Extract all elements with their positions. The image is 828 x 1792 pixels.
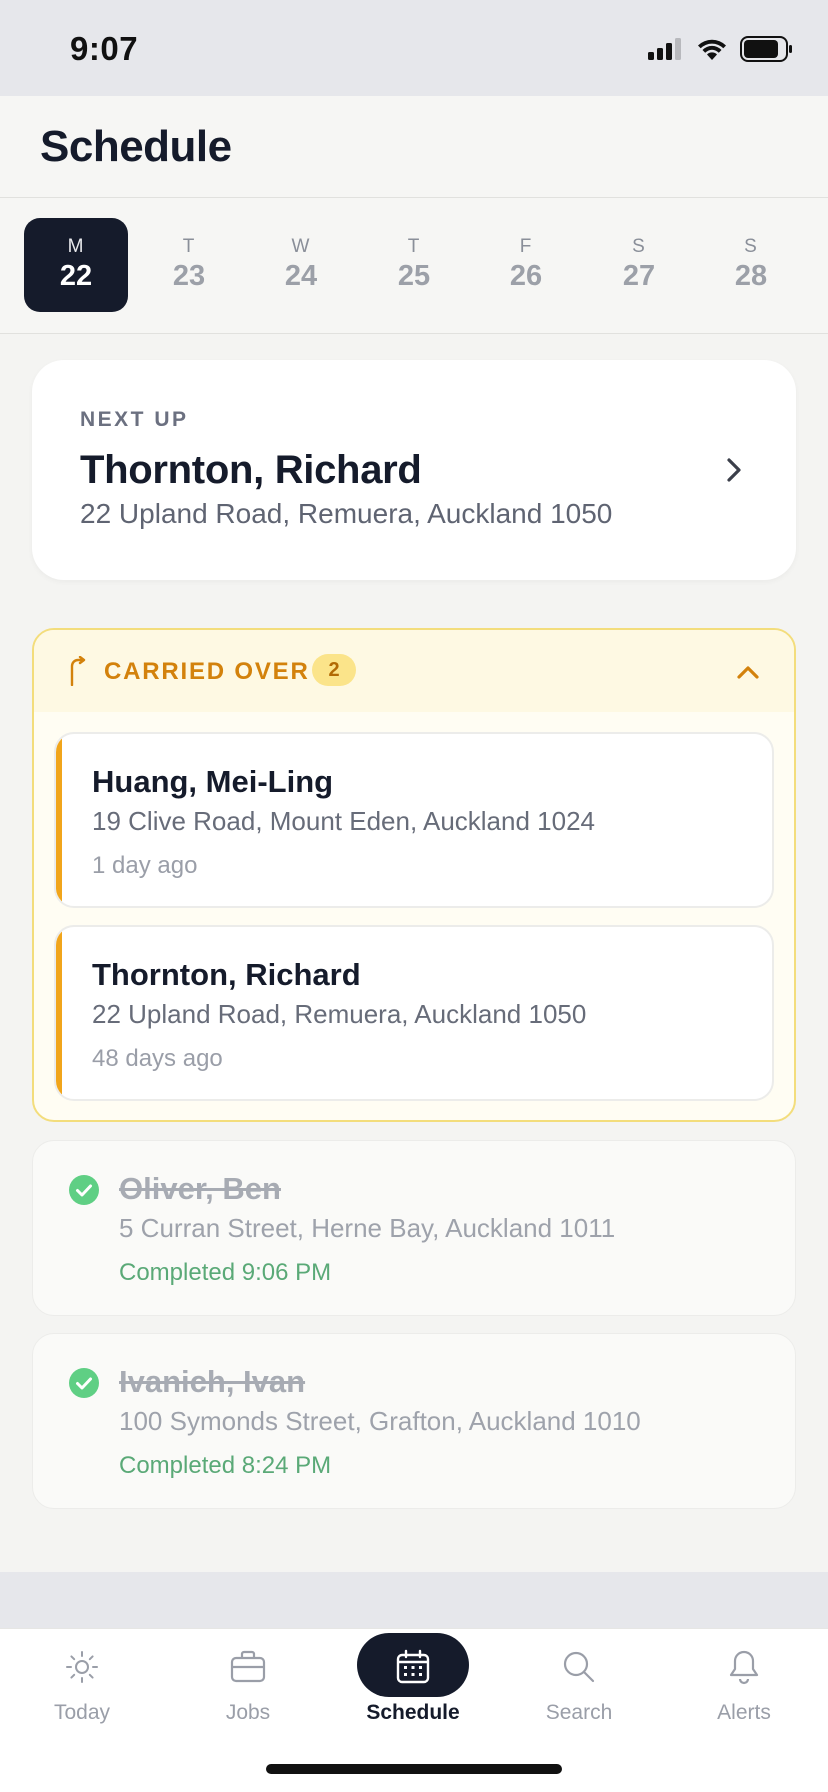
carry-over-arrow-icon xyxy=(70,656,86,686)
day-number: 22 xyxy=(59,260,93,292)
tab-label: Schedule xyxy=(366,1701,460,1724)
next-up-name: Thornton, Richard xyxy=(80,448,422,492)
next-up-address: 22 Upland Road, Remuera, Auckland 1050 xyxy=(80,498,613,529)
job-client-name: Thornton, Richard xyxy=(92,957,361,992)
day-letter: T xyxy=(407,236,421,257)
job-age: 1 day ago xyxy=(92,852,198,879)
carried-over-section: CARRIED OVER 2 Huang, Mei-Ling 19 Clive … xyxy=(32,628,796,1122)
day-letter: M xyxy=(67,236,85,257)
day-number: 26 xyxy=(509,260,543,292)
tab-schedule[interactable]: Schedule xyxy=(343,1629,483,1739)
content-footer-strip xyxy=(0,1572,828,1628)
job-client-name: Ivanich, Ivan xyxy=(119,1364,306,1399)
chevron-up-icon[interactable] xyxy=(732,656,764,688)
day-friday[interactable]: F 26 xyxy=(474,218,578,312)
cellular-signal-icon xyxy=(648,38,681,60)
day-number: 27 xyxy=(622,260,656,292)
tab-today[interactable]: Today xyxy=(12,1629,152,1739)
status-time: 9:07 xyxy=(70,30,139,67)
search-icon xyxy=(563,1651,595,1683)
job-client-name: Oliver, Ben xyxy=(119,1171,281,1206)
next-up-card[interactable]: NEXT UP Thornton, Richard 22 Upland Road… xyxy=(32,360,796,580)
page-header: Schedule xyxy=(0,96,828,198)
day-number: 23 xyxy=(172,260,206,292)
carried-over-item[interactable]: Huang, Mei-Ling 19 Clive Road, Mount Ede… xyxy=(54,732,774,908)
check-circle-icon xyxy=(69,1175,99,1205)
job-age: 48 days ago xyxy=(92,1045,223,1072)
carried-over-header[interactable]: CARRIED OVER 2 xyxy=(34,630,794,712)
day-tuesday[interactable]: T 23 xyxy=(137,218,241,312)
tab-alerts[interactable]: Alerts xyxy=(674,1629,814,1739)
day-thursday[interactable]: T 25 xyxy=(362,218,466,312)
day-number: 28 xyxy=(734,260,768,292)
check-circle-icon xyxy=(69,1368,99,1398)
job-completed-status: Completed 8:24 PM xyxy=(119,1452,332,1479)
carried-over-accent-bar xyxy=(56,734,62,906)
tab-label: Search xyxy=(545,1701,613,1724)
day-letter: W xyxy=(291,236,311,257)
job-address: 100 Symonds Street, Grafton, Auckland 10… xyxy=(119,1406,641,1436)
day-saturday[interactable]: S 27 xyxy=(587,218,691,312)
tab-label: Alerts xyxy=(717,1701,771,1724)
home-indicator xyxy=(266,1764,562,1774)
completed-job-card[interactable]: Ivanich, Ivan 100 Symonds Street, Grafto… xyxy=(32,1333,796,1509)
carried-over-title: CARRIED OVER xyxy=(104,658,310,685)
status-icons xyxy=(648,36,794,62)
carried-over-accent-bar xyxy=(56,927,62,1099)
day-letter: T xyxy=(182,236,196,257)
day-monday[interactable]: M 22 xyxy=(24,218,128,312)
wifi-icon xyxy=(698,39,726,60)
page-title: Schedule xyxy=(40,122,232,171)
tab-search[interactable]: Search xyxy=(509,1629,649,1739)
bell-icon xyxy=(729,1650,759,1685)
job-completed-status: Completed 9:06 PM xyxy=(119,1259,332,1286)
job-client-name: Huang, Mei-Ling xyxy=(92,764,334,799)
status-bar: 9:07 xyxy=(0,0,828,96)
week-strip: M 22 T 23 W 24 T 25 F 26 S 27 S 28 xyxy=(0,198,828,334)
battery-icon xyxy=(740,36,792,62)
tab-label: Today xyxy=(53,1701,111,1724)
day-letter: F xyxy=(519,236,533,257)
day-number: 24 xyxy=(284,260,318,292)
briefcase-icon xyxy=(230,1650,266,1683)
day-letter: S xyxy=(744,236,758,257)
completed-job-card[interactable]: Oliver, Ben 5 Curran Street, Herne Bay, … xyxy=(32,1140,796,1316)
tab-label: Jobs xyxy=(225,1701,271,1724)
carried-over-count-badge: 2 xyxy=(312,654,356,686)
day-sunday[interactable]: S 28 xyxy=(699,218,803,312)
job-address: 5 Curran Street, Herne Bay, Auckland 101… xyxy=(119,1213,616,1243)
day-wednesday[interactable]: W 24 xyxy=(249,218,353,312)
job-address: 22 Upland Road, Remuera, Auckland 1050 xyxy=(92,999,587,1029)
job-address: 19 Clive Road, Mount Eden, Auckland 1024 xyxy=(92,806,596,836)
carried-over-item[interactable]: Thornton, Richard 22 Upland Road, Remuer… xyxy=(54,925,774,1101)
sun-icon xyxy=(66,1651,98,1683)
chevron-right-icon xyxy=(727,458,741,482)
day-letter: S xyxy=(632,236,646,257)
day-number: 25 xyxy=(397,260,431,292)
tab-jobs[interactable]: Jobs xyxy=(178,1629,318,1739)
calendar-icon xyxy=(396,1649,430,1684)
next-up-label: NEXT UP xyxy=(80,408,189,431)
